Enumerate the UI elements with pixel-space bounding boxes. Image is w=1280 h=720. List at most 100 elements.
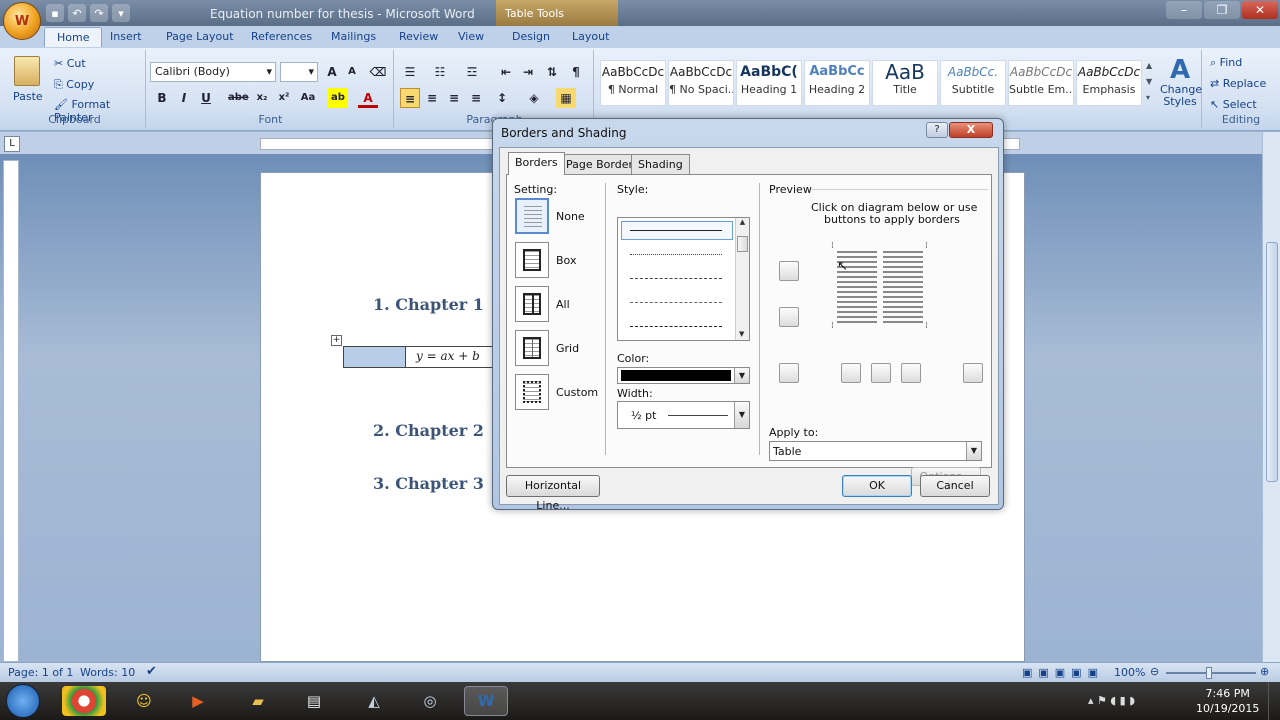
paste-button[interactable]: Paste — [13, 90, 43, 103]
cancel-button[interactable]: Cancel — [920, 475, 990, 497]
decrease-indent-icon[interactable]: ⇤ — [496, 62, 516, 82]
align-left-icon[interactable]: ≡ — [400, 88, 420, 108]
bullets-icon[interactable]: ☰ — [400, 62, 420, 82]
line-style-dotted[interactable] — [630, 254, 722, 255]
line-style-dashed[interactable] — [630, 278, 722, 279]
font-size-combo[interactable]: ▾ — [280, 62, 318, 82]
zoom-in-icon[interactable]: ⊕ — [1260, 665, 1269, 678]
vertical-scrollbar[interactable] — [1262, 132, 1280, 662]
clear-formatting-icon[interactable]: ⌫ — [368, 62, 388, 82]
tab-selector[interactable]: L — [4, 136, 20, 152]
sort-icon[interactable]: ⇅ — [542, 62, 562, 82]
style-emphasis[interactable]: AaBbCcDc Emphasis — [1076, 60, 1142, 106]
line-style-solid[interactable] — [630, 230, 722, 231]
grow-font-button[interactable]: A — [322, 62, 342, 82]
chevron-down-icon[interactable]: ▼ — [734, 402, 749, 428]
dialog-close-button[interactable]: X — [949, 122, 993, 138]
shrink-font-button[interactable]: A — [342, 62, 362, 82]
tab-shading[interactable]: Shading — [631, 154, 690, 174]
multilevel-list-icon[interactable]: ☲ — [462, 62, 482, 82]
word-icon[interactable]: W — [464, 686, 508, 716]
select-button[interactable]: ↖ Select — [1210, 98, 1257, 111]
messenger-icon[interactable]: ☺ — [122, 686, 166, 716]
diagonal-down-border-button[interactable] — [963, 363, 983, 383]
find-button[interactable]: ⌕ Find — [1210, 56, 1242, 70]
help-button[interactable]: ? — [926, 122, 948, 138]
chevron-down-icon[interactable]: ▼ — [966, 442, 981, 460]
tab-borders[interactable]: Borders — [508, 152, 565, 175]
word-count[interactable]: Words: 10 — [80, 666, 135, 679]
shading-icon[interactable]: ◈ — [524, 88, 544, 108]
tab-page-border[interactable]: Page Border — [559, 154, 641, 174]
apply-to-dropdown[interactable]: Table ▼ — [769, 441, 982, 461]
superscript-button[interactable]: x² — [274, 88, 294, 108]
style-title[interactable]: AaB Title — [872, 60, 938, 106]
setting-all-icon[interactable] — [515, 286, 549, 322]
tab-home[interactable]: Home — [44, 27, 103, 47]
underline-button[interactable]: U — [196, 88, 216, 108]
office-button[interactable]: W — [3, 2, 41, 40]
justify-icon[interactable]: ≡ — [466, 88, 486, 108]
scroll-thumb[interactable] — [1266, 242, 1278, 482]
redo-icon[interactable]: ↷ — [90, 4, 108, 22]
save-icon[interactable]: ▪ — [46, 4, 64, 22]
setting-grid-icon[interactable] — [515, 330, 549, 366]
setting-custom-icon[interactable] — [515, 374, 549, 410]
line-style-list[interactable]: ▲ ▼ — [617, 217, 750, 341]
numbering-icon[interactable]: ☷ — [430, 62, 450, 82]
diagonal-up-border-button[interactable] — [779, 363, 799, 383]
style-heading-2[interactable]: AaBbCc Heading 2 — [804, 60, 870, 106]
matlab-icon[interactable]: ◭ — [352, 686, 396, 716]
setting-box-label[interactable]: Box — [556, 254, 576, 267]
style-subtle-emphasis[interactable]: AaBbCcDc Subtle Em... — [1008, 60, 1074, 106]
left-border-button[interactable] — [841, 363, 861, 383]
highlight-icon[interactable]: ab — [328, 88, 348, 108]
italic-button[interactable]: I — [174, 88, 194, 108]
horizontal-line-button[interactable]: Horizontal Line... — [506, 475, 600, 512]
right-border-button[interactable] — [901, 363, 921, 383]
customize-qat-icon[interactable]: ▾ — [112, 4, 130, 22]
media-player-icon[interactable]: ▶ — [176, 686, 220, 716]
width-dropdown[interactable]: ½ pt ▼ — [617, 401, 750, 429]
line-style-dash-dot[interactable] — [630, 326, 722, 327]
setting-box-icon[interactable] — [515, 242, 549, 278]
style-normal[interactable]: AaBbCcDc ¶ Normal — [600, 60, 666, 106]
minimize-button[interactable]: – — [1166, 1, 1202, 19]
chapter-3-heading[interactable]: 3. Chapter 3 — [373, 474, 484, 493]
document-icon[interactable]: ▤ — [292, 686, 336, 716]
align-center-icon[interactable]: ≡ — [422, 88, 442, 108]
style-list-scrollbar[interactable]: ▲ ▼ — [735, 218, 749, 340]
font-name-combo[interactable]: Calibri (Body) ▾ — [150, 62, 276, 82]
tab-references[interactable]: References — [251, 30, 312, 43]
view-buttons[interactable]: ▣▣▣▣▣ — [1022, 666, 1104, 679]
clock[interactable]: 7:46 PM 10/19/2015 — [1196, 686, 1259, 716]
replace-button[interactable]: ⇄ Replace — [1210, 77, 1266, 90]
tab-insert[interactable]: Insert — [110, 30, 142, 43]
tab-layout[interactable]: Layout — [572, 30, 609, 43]
copy-button[interactable]: ⎘ Copy — [54, 78, 94, 92]
align-right-icon[interactable]: ≡ — [444, 88, 464, 108]
subscript-button[interactable]: x₂ — [252, 88, 272, 108]
selected-table-cell[interactable] — [344, 347, 406, 367]
inside-vertical-border-button[interactable] — [871, 363, 891, 383]
setting-none-icon[interactable] — [515, 198, 549, 234]
styles-gallery-scroll[interactable]: ▲ ▼ ▾ — [1146, 58, 1156, 108]
paste-icon[interactable] — [14, 56, 40, 86]
start-button[interactable] — [6, 684, 40, 718]
top-border-button[interactable] — [779, 261, 799, 281]
bold-button[interactable]: B — [152, 88, 172, 108]
tab-view[interactable]: View — [458, 30, 484, 43]
tab-page-layout[interactable]: Page Layout — [166, 30, 234, 43]
chapter-2-heading[interactable]: 2. Chapter 2 — [373, 421, 484, 440]
strikethrough-button[interactable]: abe — [228, 88, 249, 108]
zoom-level[interactable]: 100% — [1114, 666, 1145, 679]
zoom-slider-thumb[interactable] — [1206, 667, 1212, 679]
tab-review[interactable]: Review — [399, 30, 438, 43]
scroll-up-icon[interactable]: ▲ — [736, 218, 749, 226]
borders-icon[interactable]: ▦ — [556, 88, 576, 108]
disc-icon[interactable]: ◎ — [408, 686, 452, 716]
restore-button[interactable]: ❐ — [1204, 1, 1240, 19]
setting-grid-label[interactable]: Grid — [556, 342, 579, 355]
table-move-handle-icon[interactable]: + — [331, 335, 342, 346]
tray-icons[interactable]: ▴ ⚑ ◖ ▮ ◗ — [1088, 694, 1135, 707]
